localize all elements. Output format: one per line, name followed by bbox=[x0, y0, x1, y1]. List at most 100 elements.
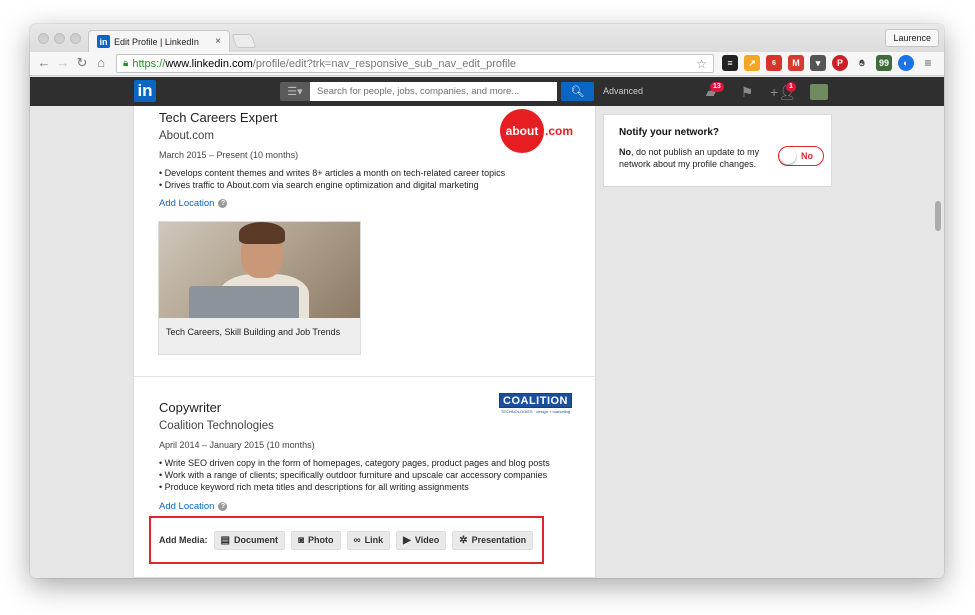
toggle-label: No bbox=[801, 151, 813, 161]
document-icon: ▤ bbox=[220, 534, 230, 546]
position-description: • Write SEO driven copy in the form of h… bbox=[159, 457, 550, 493]
link-icon: ∞ bbox=[353, 534, 361, 546]
lock-icon: 🔒︎ bbox=[123, 58, 129, 69]
page-scrollbar-thumb[interactable] bbox=[935, 201, 941, 231]
position-company[interactable]: Coalition Technologies bbox=[159, 420, 274, 432]
presentation-icon: ✲ bbox=[459, 534, 468, 546]
home-icon[interactable]: ⌂ bbox=[93, 55, 109, 70]
advanced-search-link[interactable]: Advanced bbox=[603, 86, 643, 96]
description-bullet: • Write SEO driven copy in the form of h… bbox=[159, 458, 550, 468]
browser-window: in Edit Profile | LinkedIn × Laurence ← … bbox=[30, 24, 944, 578]
add-media-toolbar: Add Media: ▤ Document ◙ Photo ∞ Link ▶ Video… bbox=[149, 516, 544, 564]
notifications-flag-icon[interactable]: ⚑ bbox=[738, 84, 756, 100]
url-host: www.linkedin.com bbox=[165, 57, 253, 70]
address-bar[interactable]: 🔒︎ https:// www.linkedin.com /profile/ed… bbox=[116, 54, 714, 73]
profile-avatar[interactable] bbox=[810, 84, 828, 100]
browser-tab-active[interactable]: in Edit Profile | LinkedIn × bbox=[88, 30, 230, 52]
tab-strip: in Edit Profile | LinkedIn × Laurence bbox=[30, 24, 944, 52]
help-icon[interactable]: ? bbox=[218, 199, 228, 208]
back-arrow-icon[interactable]: ← bbox=[36, 55, 52, 70]
linkedin-nav-bar: in ☰▾ 🔍︎ Advanced ▰ 13 ⚑ +👤︎ 1 bbox=[30, 77, 944, 106]
media-item-card[interactable]: Tech Careers, Skill Building and Job Tre… bbox=[158, 221, 361, 355]
search-input[interactable] bbox=[310, 82, 557, 101]
add-document-label: Document bbox=[233, 535, 278, 545]
experience-section: Tech Careers Expert About.com March 2015… bbox=[133, 106, 596, 578]
section-divider bbox=[134, 376, 595, 377]
pocket-extension-icon[interactable]: ▾ bbox=[810, 55, 826, 71]
media-thumbnail-image bbox=[159, 222, 360, 318]
add-link-button[interactable]: ∞ Link bbox=[346, 530, 391, 550]
minimize-window-button[interactable] bbox=[54, 33, 65, 44]
ublock-badge: 6 bbox=[772, 59, 776, 67]
linkedin-favicon-icon: in bbox=[97, 35, 110, 48]
about-com-logo[interactable]: about .com bbox=[500, 109, 573, 153]
add-presentation-button[interactable]: ✲ Presentation bbox=[452, 530, 534, 550]
description-bullet: • Develops content themes and writes 8+ … bbox=[159, 168, 506, 178]
connections-badge: 1 bbox=[786, 82, 796, 92]
forward-arrow-icon[interactable]: → bbox=[55, 55, 71, 70]
menu-hamburger-icon[interactable]: ≡ bbox=[920, 55, 936, 71]
add-video-button[interactable]: ▶ Video bbox=[396, 530, 447, 550]
browser-toolbar: ← → ↻ ⌂ 🔒︎ https:// www.linkedin.com /pr… bbox=[30, 52, 944, 76]
camera-icon: ◙ bbox=[297, 534, 305, 546]
tab-title: Edit Profile | LinkedIn bbox=[114, 36, 199, 47]
add-media-label: Add Media: bbox=[159, 535, 208, 545]
linkedin-logo[interactable]: in bbox=[134, 80, 156, 102]
add-location-label[interactable]: Add Location bbox=[159, 198, 214, 209]
position-description: • Develops content themes and writes 8+ … bbox=[159, 167, 505, 191]
add-link-label: Link bbox=[364, 535, 384, 545]
about-logo-circle: about bbox=[500, 109, 544, 153]
close-window-button[interactable] bbox=[38, 33, 49, 44]
extension-icons: ≡ ↗ 6 M ▾ P ✋︎ 99 ◐ ≡ bbox=[722, 55, 936, 71]
position-company[interactable]: About.com bbox=[159, 130, 214, 142]
about-logo-suffix: .com bbox=[545, 124, 574, 138]
notify-network-card: Notify your network? No, do not publish … bbox=[603, 114, 832, 187]
position-dates: April 2014 – January 2015 (10 months) bbox=[159, 440, 315, 450]
add-location-label[interactable]: Add Location bbox=[159, 501, 214, 512]
add-location-link[interactable]: Add Location ? bbox=[159, 198, 228, 209]
add-location-link[interactable]: Add Location ? bbox=[159, 501, 228, 512]
ublock-extension-icon[interactable]: 6 bbox=[766, 55, 782, 71]
media-caption: Tech Careers, Skill Building and Job Tre… bbox=[166, 327, 341, 337]
photo-laptop bbox=[189, 286, 299, 318]
position-dates: March 2015 – Present (10 months) bbox=[159, 150, 299, 160]
search-category-dropdown[interactable]: ☰▾ bbox=[280, 82, 310, 101]
add-document-button[interactable]: ▤ Document bbox=[213, 530, 285, 550]
coalition-logo[interactable]: COALITION TECHNOLOGIES · design + market… bbox=[499, 393, 572, 415]
99-extension-icon[interactable]: 99 bbox=[876, 55, 892, 71]
speed-dial-extension-icon[interactable]: ◐ bbox=[898, 55, 914, 71]
evernote-extension-icon[interactable]: ✋︎ bbox=[854, 55, 870, 71]
toggle-knob bbox=[780, 148, 796, 164]
page-content: Tech Careers Expert About.com March 2015… bbox=[30, 106, 944, 578]
reload-icon[interactable]: ↻ bbox=[74, 55, 90, 71]
notify-toggle[interactable]: No bbox=[778, 146, 824, 166]
notify-description: No, do not publish an update to my netwo… bbox=[619, 146, 784, 170]
messages-badge: 13 bbox=[710, 82, 724, 92]
bookmark-star-icon[interactable]: ☆ bbox=[696, 57, 707, 71]
description-bullet: • Produce keyword rich meta titles and d… bbox=[159, 482, 469, 492]
buffer-extension-icon[interactable]: ≡ bbox=[722, 55, 738, 71]
add-presentation-label: Presentation bbox=[471, 535, 527, 545]
browser-profile-button[interactable]: Laurence bbox=[885, 29, 939, 47]
description-bullet: • Work with a range of clients; specific… bbox=[159, 470, 548, 480]
coalition-logo-text: COALITION bbox=[499, 393, 572, 408]
url-path: /profile/edit?trk=nav_responsive_sub_nav… bbox=[252, 57, 517, 70]
play-icon: ▶ bbox=[403, 534, 411, 546]
analytics-extension-icon[interactable]: ↗ bbox=[744, 55, 760, 71]
zoom-window-button[interactable] bbox=[70, 33, 81, 44]
coalition-logo-subtext: TECHNOLOGIES · design + marketing bbox=[500, 409, 571, 414]
pinterest-extension-icon[interactable]: P bbox=[832, 55, 848, 71]
position-title[interactable]: Tech Careers Expert bbox=[159, 110, 278, 125]
add-photo-button[interactable]: ◙ Photo bbox=[290, 530, 341, 550]
help-icon[interactable]: ? bbox=[218, 502, 228, 511]
tab-close-icon[interactable]: × bbox=[215, 36, 221, 47]
position-title[interactable]: Copywriter bbox=[159, 400, 221, 415]
notify-text-rest: , do not publish an update to my network… bbox=[619, 147, 760, 169]
search-button[interactable]: 🔍︎ bbox=[561, 82, 594, 101]
new-tab-button[interactable] bbox=[231, 34, 257, 48]
add-video-label: Video bbox=[414, 535, 440, 545]
gmail-extension-icon[interactable]: M bbox=[788, 55, 804, 71]
notify-title: Notify your network? bbox=[619, 127, 720, 138]
notify-text-bold: No bbox=[619, 147, 631, 157]
add-photo-label: Photo bbox=[308, 535, 334, 545]
